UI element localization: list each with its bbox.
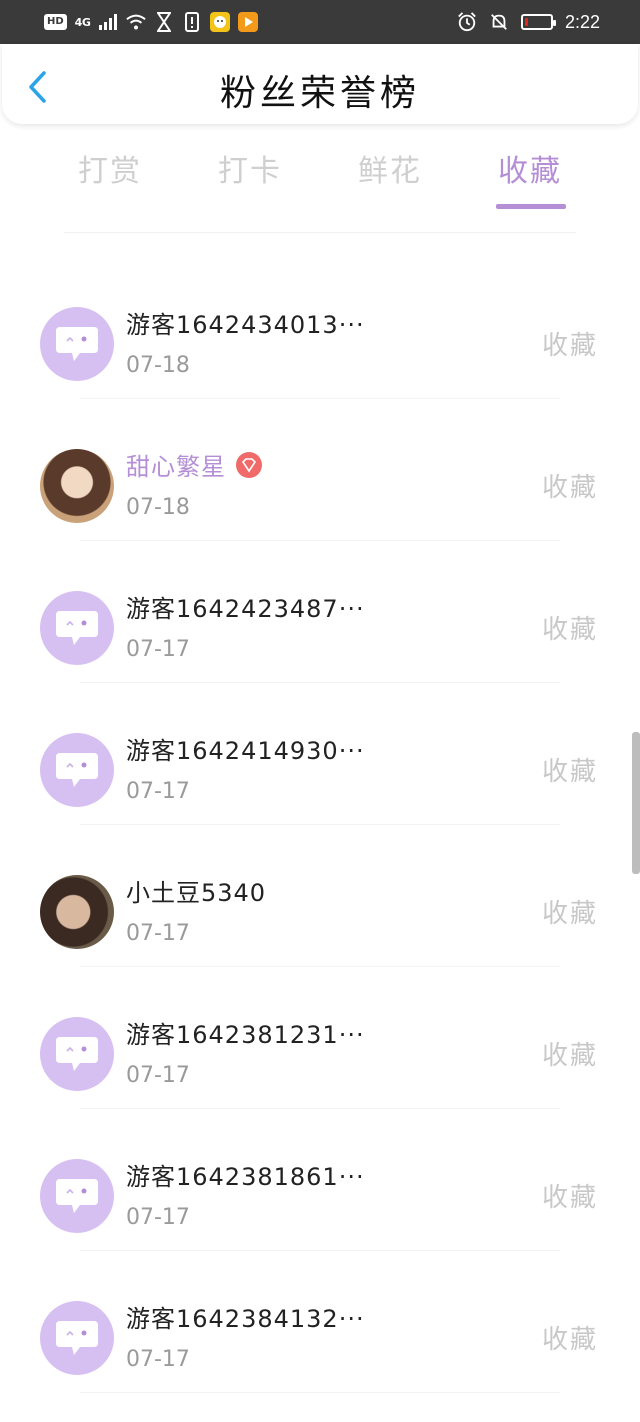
action-label: 收藏	[541, 331, 598, 361]
fan-date: 07-17	[126, 637, 190, 662]
fan-date: 07-17	[126, 779, 190, 804]
default-chat-avatar-icon	[40, 307, 114, 381]
fan-date: 07-18	[126, 495, 190, 520]
mute-bell-icon	[489, 12, 509, 32]
wifi-icon	[126, 12, 147, 32]
action-label: 收藏	[541, 473, 598, 503]
page-title: 粉丝荣誉榜	[219, 73, 420, 114]
hourglass-icon	[154, 12, 174, 32]
signal-icon	[98, 12, 118, 32]
list-item[interactable]: 游客1642384132··· 07-17 收藏	[0, 1251, 640, 1393]
status-right: 2:22	[457, 0, 600, 44]
hd-badge: HD	[44, 14, 67, 30]
fan-date: 07-17	[126, 921, 190, 946]
tab-favorites[interactable]: 收藏	[460, 146, 600, 190]
default-chat-avatar-icon	[40, 1159, 114, 1233]
fan-date: 07-17	[126, 1205, 190, 1230]
fan-name: 游客1642384132···	[126, 1305, 365, 1333]
status-bar: HD 4G 2:22	[0, 0, 640, 44]
list-item[interactable]: 甜心繁星 07-18 收藏	[0, 399, 640, 541]
fan-name: 小土豆5340	[126, 879, 267, 907]
avatar	[40, 449, 114, 523]
list-item[interactable]: 游客1642381861··· 07-17 收藏	[0, 1109, 640, 1251]
fan-name: 游客1642414930···	[126, 737, 365, 765]
fan-name: 游客1642381861···	[126, 1163, 365, 1191]
divider	[80, 1392, 560, 1393]
active-tab-indicator	[496, 204, 566, 209]
tab-checkin[interactable]: 打卡	[180, 146, 320, 190]
action-label: 收藏	[541, 757, 598, 787]
scrollbar[interactable]	[632, 732, 640, 874]
header: 粉丝荣誉榜	[2, 44, 638, 124]
action-label: 收藏	[541, 1041, 598, 1071]
default-chat-avatar-icon	[40, 591, 114, 665]
vip-diamond-icon	[236, 452, 262, 478]
status-left: HD 4G	[44, 0, 259, 44]
list-item[interactable]: 游客1642434013··· 07-18 收藏	[0, 257, 640, 399]
fan-date: 07-18	[126, 353, 190, 378]
fan-date: 07-17	[126, 1063, 190, 1088]
action-label: 收藏	[541, 899, 598, 929]
action-label: 收藏	[541, 1183, 598, 1213]
action-label: 收藏	[541, 615, 598, 645]
list-item[interactable]: 小土豆5340 07-17 收藏	[0, 825, 640, 967]
fan-list: 游客1642434013··· 07-18 收藏 甜心繁星 07-18 收藏 游…	[0, 232, 640, 1393]
list-item[interactable]: 游客1642423487··· 07-17 收藏	[0, 541, 640, 683]
network-type: 4G	[74, 15, 91, 29]
app-notification-icon	[210, 12, 231, 32]
tab-reward[interactable]: 打赏	[40, 146, 180, 190]
clock: 2:22	[564, 11, 600, 32]
default-chat-avatar-icon	[40, 1301, 114, 1375]
fan-name: 游客1642434013···	[126, 311, 365, 339]
alarm-icon	[457, 12, 477, 32]
action-label: 收藏	[541, 1325, 598, 1355]
list-item[interactable]: 游客1642414930··· 07-17 收藏	[0, 683, 640, 825]
fan-name: 甜心繁星	[126, 453, 226, 481]
fan-date: 07-17	[126, 1347, 190, 1372]
fan-name: 游客1642423487···	[126, 595, 365, 623]
list-item[interactable]: 游客1642381231··· 07-17 收藏	[0, 967, 640, 1109]
default-chat-avatar-icon	[40, 733, 114, 807]
fan-name-vip: 甜心繁星	[126, 447, 262, 482]
default-chat-avatar-icon	[40, 1017, 114, 1091]
sim-alert-icon	[182, 12, 202, 32]
fan-name: 游客1642381231···	[126, 1021, 365, 1049]
avatar	[40, 875, 114, 949]
tab-bar: 打赏 打卡 鲜花 收藏	[40, 146, 600, 212]
tab-flowers[interactable]: 鲜花	[320, 146, 460, 190]
battery-icon	[520, 14, 556, 30]
play-app-icon	[238, 12, 259, 32]
battery-level	[524, 18, 528, 26]
